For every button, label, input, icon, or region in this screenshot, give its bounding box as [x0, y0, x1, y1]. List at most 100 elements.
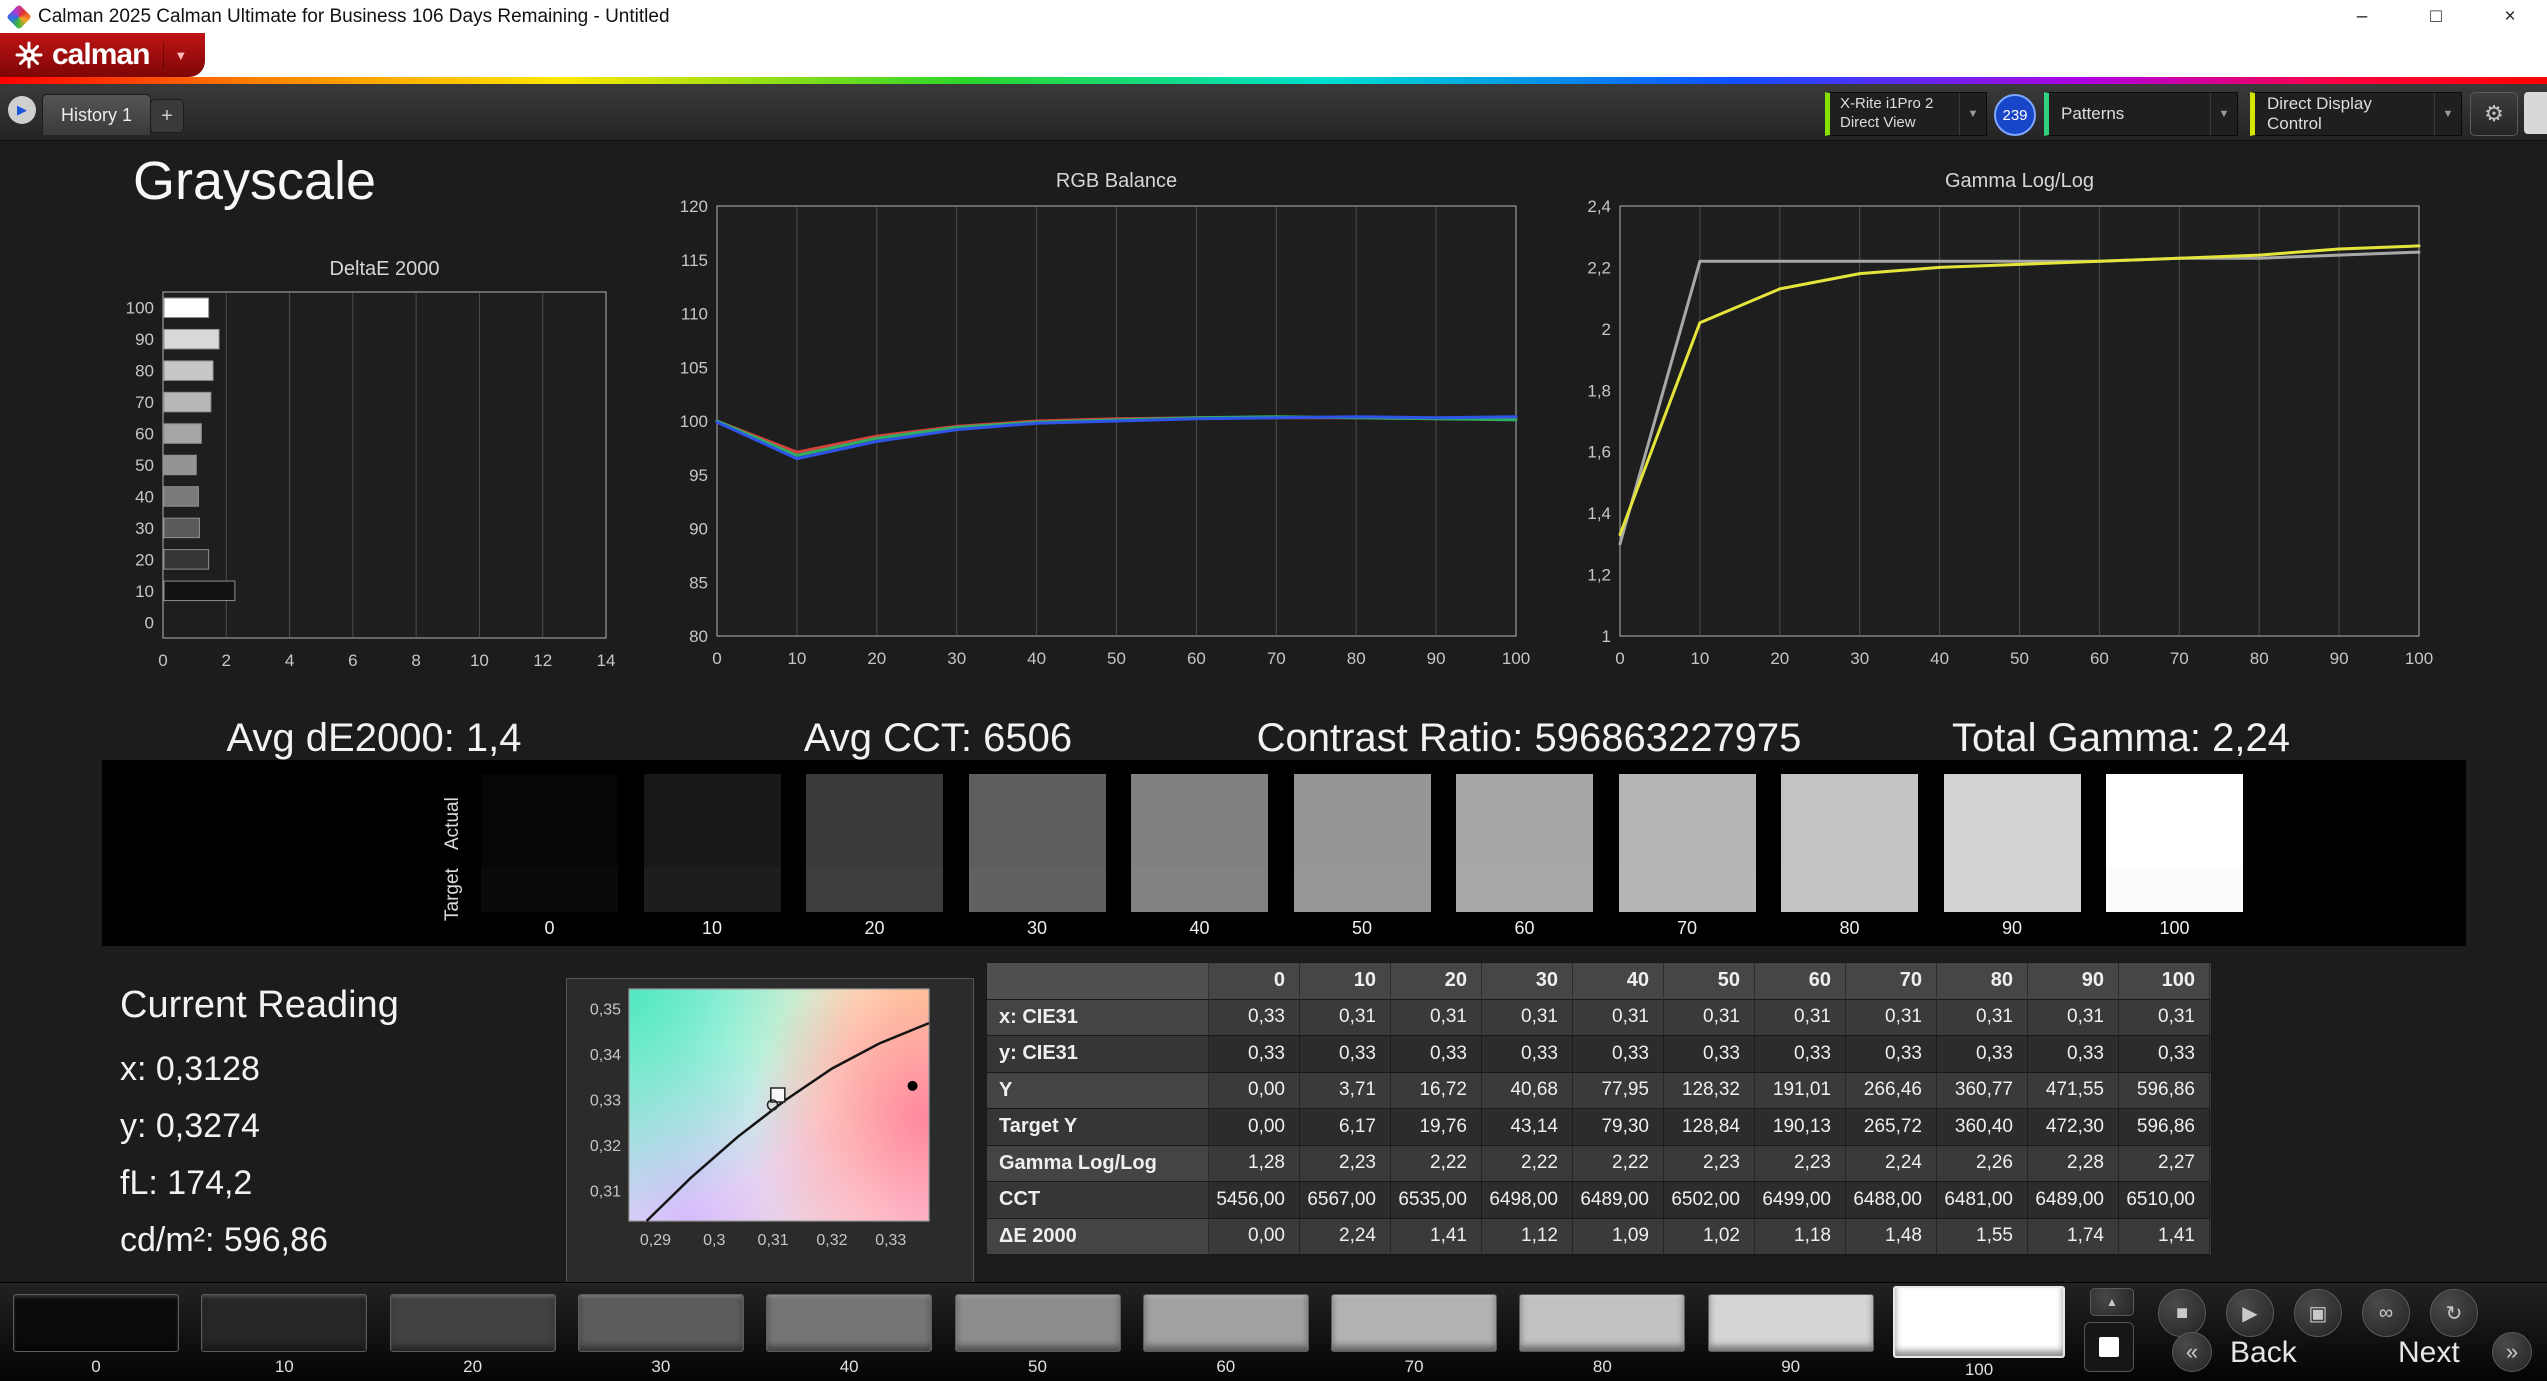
pattern-button-90[interactable]: 90	[1707, 1294, 1874, 1377]
swatch-actual-40	[1131, 774, 1268, 867]
table-cell: 77,95	[1573, 1072, 1664, 1109]
table-cell: 1,09	[1573, 1218, 1664, 1255]
link-button[interactable]: ∞	[2362, 1289, 2410, 1337]
meter-count-badge[interactable]: 239	[1994, 94, 2036, 136]
table-cell: 596,86	[2119, 1072, 2210, 1109]
svg-text:90: 90	[689, 520, 708, 539]
swatch-actual-70	[1618, 774, 1756, 867]
svg-text:40: 40	[135, 487, 154, 506]
meter-selector[interactable]: X-Rite i1Pro 2 Direct View ▼	[1825, 92, 1987, 136]
svg-text:50: 50	[135, 456, 154, 475]
scroll-up-button[interactable]: ▲	[2090, 1288, 2134, 1316]
table-cell: 2,24	[1846, 1145, 1937, 1182]
settings-button[interactable]: ⚙	[2470, 92, 2518, 136]
swatch-actual-20	[806, 774, 943, 867]
reading-x: x: 0,3128	[120, 1050, 260, 1088]
tab-history-1[interactable]: History 1	[42, 94, 152, 135]
table-cell: 6567,00	[1300, 1182, 1391, 1219]
swatch-label-30: 30	[1026, 918, 1048, 938]
display-control-selector[interactable]: Direct Display Control ▼	[2250, 92, 2462, 136]
pattern-swatch	[1519, 1294, 1686, 1352]
pattern-button-30[interactable]: 30	[577, 1294, 744, 1377]
table-cell: 2,23	[1664, 1145, 1755, 1182]
pattern-button-50[interactable]: 50	[954, 1294, 1121, 1377]
add-tab-button[interactable]: +	[150, 99, 184, 133]
pattern-swatch	[954, 1294, 1121, 1352]
svg-text:70: 70	[1267, 649, 1286, 668]
svg-text:1,4: 1,4	[1587, 504, 1611, 523]
pattern-button-40[interactable]: 40	[766, 1294, 933, 1377]
svg-text:100: 100	[1502, 649, 1530, 668]
table-cell: 40	[1573, 963, 1664, 1000]
swatch-actual-80	[1781, 774, 1918, 867]
display-control-label: Direct Display Control	[2267, 94, 2372, 133]
pattern-swatch	[1707, 1294, 1874, 1352]
svg-text:100: 100	[2405, 649, 2433, 668]
pattern-button-80[interactable]: 80	[1519, 1294, 1686, 1377]
svg-text:90: 90	[135, 330, 154, 349]
pattern-button-label: 0	[91, 1357, 101, 1376]
swatch-label-50: 50	[1351, 918, 1373, 938]
swatch-label-90: 90	[2001, 918, 2023, 938]
gamma-chart-title: Gamma Log/Log	[1945, 170, 2094, 192]
chevron-left-icon: «	[2185, 1339, 2199, 1364]
pattern-button-0[interactable]: 0	[13, 1294, 179, 1377]
table-cell: 100	[2119, 963, 2210, 1000]
next-chevron-button[interactable]: »	[2492, 1332, 2532, 1372]
table-cell: 6510,00	[2119, 1182, 2210, 1219]
maximize-button[interactable]: □	[2399, 0, 2473, 33]
meter-mode: Direct View	[1840, 114, 1916, 131]
svg-text:10: 10	[1690, 649, 1709, 668]
svg-text:40: 40	[1027, 649, 1046, 668]
pattern-swatch	[1893, 1286, 2065, 1358]
svg-text:90: 90	[2330, 649, 2349, 668]
table-cell: 1,12	[1482, 1218, 1573, 1255]
refresh-button[interactable]: ↻	[2430, 1289, 2478, 1337]
table-cell: 90	[2028, 963, 2119, 1000]
nav-arrow-button[interactable]: ▶	[8, 96, 36, 124]
svg-text:80: 80	[135, 362, 154, 381]
pattern-button-20[interactable]: 20	[389, 1294, 556, 1377]
table-cell: 0	[1209, 963, 1300, 1000]
pattern-window-button[interactable]	[2084, 1322, 2134, 1372]
reading-fl: fL: 174,2	[120, 1164, 253, 1202]
logo-dropdown-caret-icon[interactable]: ▼	[163, 41, 197, 69]
header-overflow-button[interactable]	[2524, 92, 2547, 134]
svg-text:100: 100	[126, 299, 154, 318]
pattern-button-60[interactable]: 60	[1142, 1294, 1309, 1377]
pattern-button-100[interactable]: 100	[1893, 1286, 2065, 1380]
table-cell: 128,32	[1664, 1072, 1755, 1109]
patterns-selector[interactable]: Patterns ▼	[2044, 92, 2238, 136]
back-chevron-button[interactable]: «	[2172, 1332, 2212, 1372]
minimize-button[interactable]: –	[2325, 0, 2399, 33]
save-button[interactable]: ▣	[2294, 1289, 2342, 1337]
close-button[interactable]: ×	[2473, 0, 2547, 33]
table-cell: 6481,00	[1937, 1182, 2028, 1219]
pattern-button-70[interactable]: 70	[1331, 1294, 1498, 1377]
table-cell: 0,33	[1937, 1036, 2028, 1073]
stop-button[interactable]: ■	[2158, 1289, 2206, 1337]
next-button[interactable]: Next	[2398, 1336, 2460, 1370]
table-cell: 1,41	[1391, 1218, 1482, 1255]
pattern-button-10[interactable]: 10	[201, 1294, 368, 1377]
back-button[interactable]: Back	[2230, 1336, 2297, 1370]
target-axis-label: Target	[442, 868, 463, 922]
table-cell: 2,22	[1573, 1145, 1664, 1182]
svg-text:80: 80	[1347, 649, 1366, 668]
pattern-button-label: 90	[1781, 1357, 1801, 1376]
calman-logo[interactable]: calman ▼	[0, 33, 206, 77]
swatch-target-90	[1943, 867, 2081, 912]
deltae-chart-title: DeltaE 2000	[329, 258, 440, 280]
pattern-swatch	[13, 1294, 179, 1352]
stat-total-gamma: Total Gamma: 2,24	[1952, 716, 2290, 760]
table-cell: 0,31	[1937, 999, 2028, 1036]
rgb-balance-chart-plot: 0 10 20 30 40 50 60 70 80 90 100 80 85 90 95 100 105 110 1…	[680, 198, 1530, 668]
play-button[interactable]: ▶	[2226, 1289, 2274, 1337]
swatch-actual-100	[2106, 774, 2243, 867]
table-cell: 60	[1755, 963, 1846, 1000]
stop-icon: ■	[2175, 1301, 2189, 1324]
table-cell: 1,55	[1937, 1218, 2028, 1255]
table-cell: 0,31	[2028, 999, 2119, 1036]
table-cell: 10	[1300, 963, 1391, 1000]
chevron-right-icon: »	[2505, 1339, 2519, 1364]
